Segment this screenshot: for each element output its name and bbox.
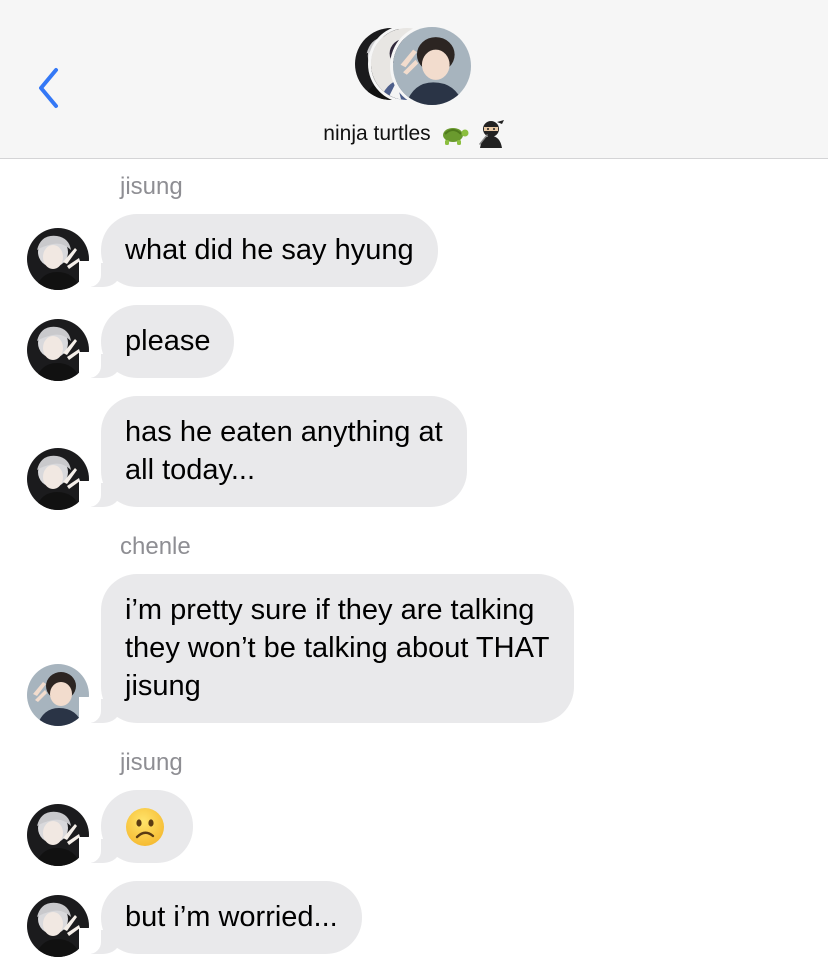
- message-text-line: i’m pretty sure if they are talking: [125, 594, 535, 626]
- message-bubble[interactable]: has he eaten anything at all today...: [79, 396, 467, 507]
- message-text-line: they won’t be talking about THAT: [125, 632, 550, 664]
- conversation-header: ninja turtles: [0, 0, 828, 159]
- back-button[interactable]: [26, 62, 70, 114]
- ninja-emoji: [477, 120, 505, 148]
- sender-label: chenle: [120, 533, 191, 560]
- sender-label: jisung: [120, 173, 183, 200]
- group-member-avatar: [390, 24, 474, 108]
- message-text: please: [125, 325, 211, 357]
- message-bubble[interactable]: i’m pretty sure if they are talking they…: [79, 574, 574, 723]
- message-text: what did he say hyung: [125, 234, 414, 266]
- message-bubble[interactable]: but i’m worried...: [79, 881, 362, 954]
- message-text: but i’m worried...: [125, 901, 338, 933]
- message-text-line: has he eaten anything at: [125, 416, 443, 448]
- message-text-line: jisung: [125, 670, 201, 702]
- message-text-line: all today...: [125, 454, 256, 486]
- message-bubble[interactable]: please: [78, 305, 235, 378]
- turtle-emoji: [439, 122, 469, 146]
- slightly-frowning-face-emoji: [125, 807, 165, 847]
- group-avatar-stack[interactable]: [352, 24, 476, 108]
- message-bubble[interactable]: [79, 790, 193, 863]
- sender-label: jisung: [120, 749, 183, 776]
- group-title[interactable]: ninja turtles: [0, 119, 828, 149]
- group-name: ninja turtles: [323, 122, 431, 145]
- chevron-left-icon: [39, 68, 58, 108]
- message-bubble[interactable]: what did he say hyung: [79, 214, 438, 287]
